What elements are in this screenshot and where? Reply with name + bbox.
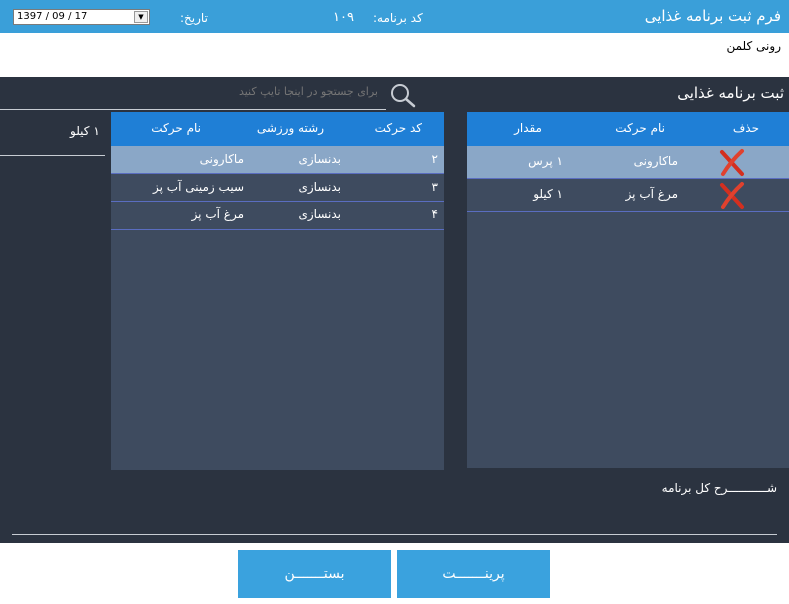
diet-program-table: حذف نام حرکت مقدار ماکارونی ۱ پرس مرغ آب… (467, 112, 789, 468)
table-row[interactable]: ۲ بدنسازی ماکارونی (111, 146, 444, 174)
table-row[interactable]: ۴ بدنسازی مرغ آب پز (111, 202, 444, 230)
description-label: شـــــــــــرح کل برنامه (661, 481, 777, 495)
search-input[interactable] (196, 80, 382, 102)
row-code: ۲ (431, 152, 438, 166)
print-button[interactable]: پرینـــــــت (397, 550, 550, 598)
delete-x-icon[interactable] (718, 147, 746, 177)
delete-x-icon[interactable] (718, 180, 746, 210)
row-field: بدنسازی (298, 180, 341, 194)
header-name: نام حرکت (615, 121, 665, 135)
row-name: ماکارونی (633, 154, 678, 168)
search-icon[interactable] (388, 82, 416, 108)
left-column-divider (0, 155, 105, 156)
table-row[interactable]: مرغ آب پز ۱ کیلو (467, 179, 789, 212)
header-amount: مقدار (514, 121, 542, 135)
form-title: فرم ثبت برنامه غذایی (644, 7, 781, 25)
row-name: سیب زمینی آب پز (153, 180, 244, 194)
table-row[interactable]: ۳ بدنسازی سیب زمینی آب پز (111, 174, 444, 202)
row-field: بدنسازی (298, 207, 341, 221)
search-underline (0, 109, 386, 110)
row-code: ۴ (431, 207, 438, 221)
description-input-line[interactable] (12, 534, 777, 535)
left-column-value: ۱ کیلو (70, 124, 100, 138)
row-field: بدنسازی (298, 152, 341, 166)
close-button[interactable]: بستـــــــن (238, 550, 391, 598)
row-name: مرغ آب پز (625, 187, 678, 201)
row-name: ماکارونی (199, 152, 244, 166)
date-value: 1397 / 09 / 17 (17, 11, 88, 22)
program-code-label: کد برنامه: (373, 11, 423, 25)
food-list-table: کد حرکت رشته ورزشی نام حرکت ۲ بدنسازی ما… (111, 112, 444, 470)
date-picker[interactable]: 1397 / 09 / 17 ▼ (13, 9, 150, 25)
program-code-value: ۱۰۹ (333, 10, 354, 25)
date-label: تاریخ: (180, 11, 208, 25)
header-delete: حذف (732, 121, 759, 135)
user-name: رونی کلمن (726, 39, 781, 53)
table-row[interactable]: ماکارونی ۱ پرس (467, 146, 789, 179)
header-code: کد حرکت (374, 121, 422, 135)
section-title: ثبت برنامه غذایی (677, 84, 784, 102)
chevron-down-icon[interactable]: ▼ (134, 11, 148, 23)
header-name: نام حرکت (151, 121, 201, 135)
header-field: رشته ورزشی (256, 121, 324, 135)
row-amount: ۱ کیلو (533, 187, 563, 201)
row-code: ۳ (431, 180, 438, 194)
food-list-header: کد حرکت رشته ورزشی نام حرکت (111, 112, 444, 146)
diet-table-header: حذف نام حرکت مقدار (467, 112, 789, 146)
row-name: مرغ آب پز (191, 207, 244, 221)
row-amount: ۱ پرس (528, 154, 563, 168)
